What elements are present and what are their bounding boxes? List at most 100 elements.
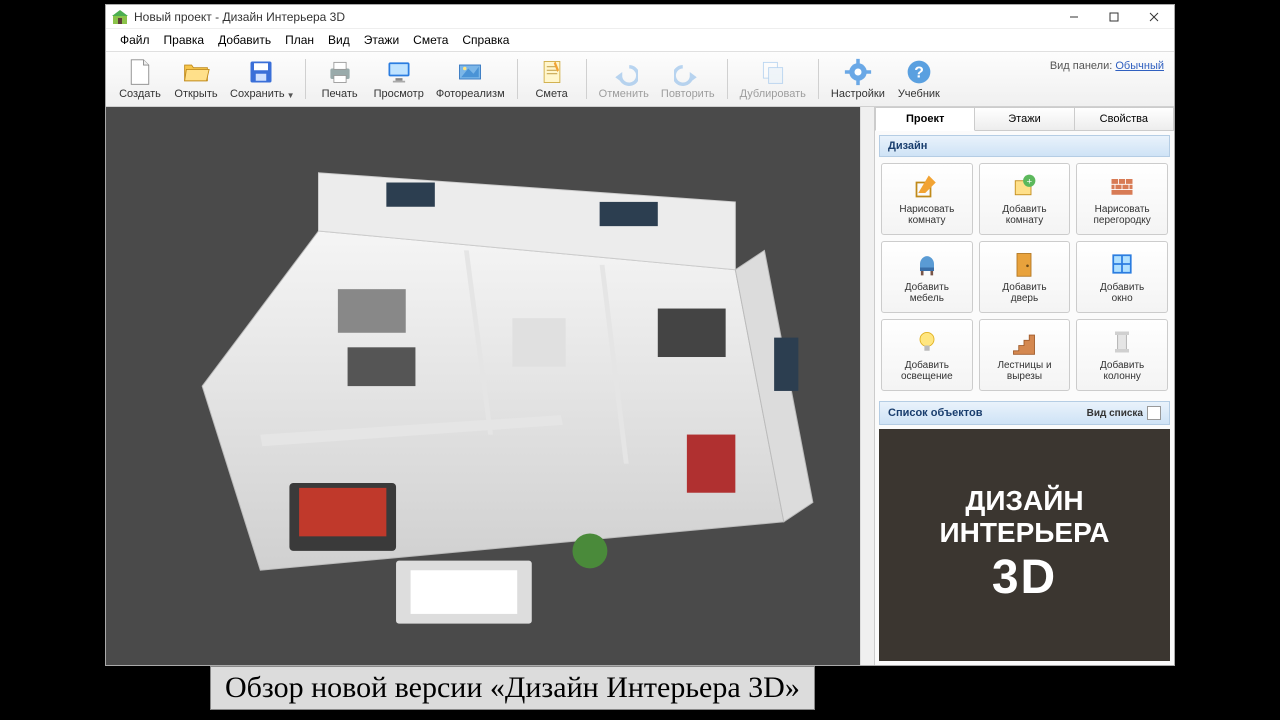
folder-open-icon [182,58,210,86]
promo-logo: ДИЗАЙН ИНТЕРЬЕРА 3D [939,485,1109,605]
printer-icon [326,58,354,86]
draw-wall-label: Нарисоватьперегородку [1093,204,1150,227]
add-light-button[interactable]: Добавитьосвещение [881,319,973,391]
add-light-label: Добавитьосвещение [901,360,953,383]
pencil-room-icon [913,172,941,200]
viewport-3d[interactable] [106,107,860,665]
stairs-icon [1010,328,1038,356]
open-button[interactable]: Открыть [169,55,223,103]
photoreal-button[interactable]: Фотореализм [431,55,510,103]
menu-help[interactable]: Справка [456,31,515,49]
minimize-button[interactable] [1054,5,1094,28]
separator [586,59,587,99]
floorplan-render [144,135,823,637]
duplicate-icon [759,58,787,86]
door-icon [1010,250,1038,278]
undo-icon [610,58,638,86]
title-bar: Новый проект - Дизайн Интерьера 3D [106,5,1174,29]
objects-list: ДИЗАЙН ИНТЕРЬЕРА 3D [879,429,1170,661]
print-button[interactable]: Печать [313,55,367,103]
save-icon [247,58,275,86]
design-section-header: Дизайн [879,135,1170,157]
tutorial-label: Учебник [898,88,940,100]
open-label: Открыть [174,88,217,100]
monitor-icon [385,58,413,86]
settings-button[interactable]: Настройки [826,55,890,103]
svg-text:+: + [1027,176,1033,187]
photoreal-label: Фотореализм [436,88,505,100]
undo-button[interactable]: Отменить [594,55,654,103]
separator [818,59,819,99]
save-button[interactable]: Сохранить▼ [225,55,298,103]
draw-room-button[interactable]: Нарисоватькомнату [881,163,973,235]
chevron-down-icon: ▼ [287,91,295,100]
preview-label: Просмотр [374,88,424,100]
redo-label: Повторить [661,88,715,100]
chair-icon [913,250,941,278]
duplicate-button[interactable]: Дублировать [735,55,811,103]
stairs-button[interactable]: Лестницы ивырезы [979,319,1071,391]
menu-edit[interactable]: Правка [158,31,211,49]
add-room-button[interactable]: + Добавитькомнату [979,163,1071,235]
side-tabs: Проект Этажи Свойства [875,107,1174,131]
separator [517,59,518,99]
side-panel: Проект Этажи Свойства Дизайн Нарисоватьк… [874,107,1174,665]
redo-icon [674,58,702,86]
menu-plan[interactable]: План [279,31,320,49]
tutorial-button[interactable]: ? Учебник [892,55,946,103]
menu-view[interactable]: Вид [322,31,356,49]
preview-button[interactable]: Просмотр [369,55,429,103]
separator [305,59,306,99]
redo-button[interactable]: Повторить [656,55,720,103]
add-column-button[interactable]: Добавитьколонну [1076,319,1168,391]
tab-properties[interactable]: Свойства [1075,107,1174,131]
settings-label: Настройки [831,88,885,100]
caption-text: Обзор новой версии «Дизайн Интерьера 3D» [210,666,815,710]
add-window-label: Добавитьокно [1100,282,1144,305]
panel-type: Вид панели: Обычный [1050,60,1164,72]
estimate-button[interactable]: Смета [525,55,579,103]
menu-floors[interactable]: Этажи [358,31,405,49]
create-button[interactable]: Создать [113,55,167,103]
video-caption: Обзор новой версии «Дизайн Интерьера 3D» [105,666,815,710]
menu-add[interactable]: Добавить [212,31,277,49]
list-view-toggle[interactable]: Вид списка [1087,406,1161,420]
notepad-icon [538,58,566,86]
undo-label: Отменить [599,88,649,100]
list-view-icon [1147,406,1161,420]
add-door-button[interactable]: Добавитьдверь [979,241,1071,313]
gear-icon [844,58,872,86]
add-furniture-label: Добавитьмебель [905,282,949,305]
close-button[interactable] [1134,5,1174,28]
add-window-button[interactable]: Добавитьокно [1076,241,1168,313]
save-label: Сохранить▼ [230,88,293,100]
add-room-icon: + [1010,172,1038,200]
design-tools-grid: Нарисоватькомнату + Добавитькомнату Нари… [875,157,1174,397]
main-area: Проект Этажи Свойства Дизайн Нарисоватьк… [106,107,1174,665]
new-file-icon [126,58,154,86]
toolbar: Создать Открыть Сохранить▼ Печать Просмо… [106,51,1174,107]
window-title: Новый проект - Дизайн Интерьера 3D [134,10,1054,24]
window-controls [1054,5,1174,28]
estimate-label: Смета [535,88,567,100]
lightbulb-icon [913,328,941,356]
promo-line1: ДИЗАЙН [939,485,1109,517]
tab-project[interactable]: Проект [875,107,975,131]
menu-estimate[interactable]: Смета [407,31,454,49]
separator [727,59,728,99]
add-furniture-button[interactable]: Добавитьмебель [881,241,973,313]
viewport-scrollbar[interactable] [860,107,874,665]
menu-file[interactable]: Файл [114,31,156,49]
add-room-label: Добавитькомнату [1002,204,1046,227]
maximize-button[interactable] [1094,5,1134,28]
tab-floors[interactable]: Этажи [975,107,1074,131]
list-view-label: Вид списка [1087,408,1143,419]
stairs-label: Лестницы ивырезы [997,360,1051,383]
panel-type-link[interactable]: Обычный [1115,60,1164,72]
draw-wall-button[interactable]: Нарисоватьперегородку [1076,163,1168,235]
app-window: Новый проект - Дизайн Интерьера 3D Файл … [105,4,1175,666]
duplicate-label: Дублировать [740,88,806,100]
add-column-label: Добавитьколонну [1100,360,1144,383]
promo-line3: 3D [939,550,1109,605]
panel-type-label: Вид панели: [1050,60,1112,72]
